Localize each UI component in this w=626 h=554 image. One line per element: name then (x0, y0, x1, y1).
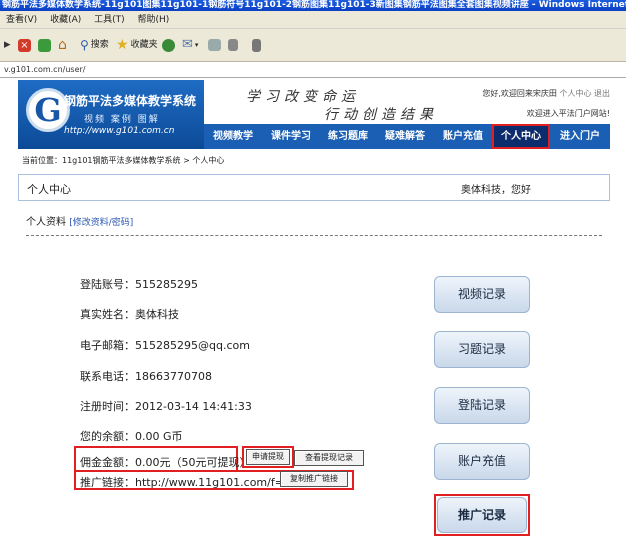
nav-exercises[interactable]: 练习题库 (320, 124, 376, 149)
apply-withdraw-button[interactable]: 申请提现 (246, 449, 290, 465)
site-logo[interactable]: G 钢筋平法多媒体教学系统 视频 案例 图解 http://www.g101.c… (18, 80, 204, 149)
browser-toolbar: ▸ × ⌂ ⚲ 搜索 ★ 收藏夹 ✉ ▾ (0, 29, 626, 62)
discuss-icon[interactable] (252, 36, 261, 54)
account-field: 登陆账号：515285295 (80, 278, 198, 291)
nav-video[interactable]: 视频教学 (204, 124, 262, 149)
stop-icon[interactable]: × (18, 36, 31, 54)
account-recharge-button[interactable]: 账户充值 (434, 443, 530, 480)
logo-url: http://www.g101.com.cn (64, 126, 175, 136)
login-records-button[interactable]: 登陆记录 (434, 387, 530, 424)
back-icon[interactable]: ▸ (4, 36, 11, 54)
exercise-records-button[interactable]: 习题记录 (434, 331, 530, 368)
welcome-text: 您好,欢迎回来宋庆田 (482, 89, 557, 98)
promo-link-field: 推广链接：http://www.11g101.com/f=*** (80, 476, 301, 489)
commission-field: 佣金金额：0.00元（50元可提现） (80, 456, 251, 469)
search-button[interactable]: ⚲ 搜索 (80, 36, 109, 54)
section-title: 个人资料 [修改资料/密码] (26, 217, 134, 228)
nav-user-center[interactable]: 个人中心 (492, 124, 550, 149)
mail-icon[interactable]: ✉ ▾ (182, 36, 198, 54)
slogan-line-1: 学习改变命运 (246, 89, 360, 105)
portal-welcome: 欢迎进入平法门户网站! (526, 109, 610, 118)
copy-promo-link-button[interactable]: 复制推广链接 (280, 471, 348, 487)
print-icon[interactable] (208, 36, 221, 54)
slogan-line-2: 行动创造结果 (324, 107, 438, 123)
window-title: 钢筋平法多媒体数学系统-11g101图集11g101-1钢筋符号11g101-2… (0, 0, 626, 11)
menu-tools[interactable]: 工具(T) (94, 15, 125, 25)
user-center-link[interactable]: 个人中心 (559, 89, 591, 98)
welcome-area: 您好,欢迎回来宋庆田 个人中心 退出 欢迎进入平法门户网站! (482, 84, 610, 124)
logout-link[interactable]: 退出 (594, 89, 610, 98)
nav-faq[interactable]: 疑难解答 (376, 124, 434, 149)
logo-subtitle: 视频 案例 图解 (84, 115, 160, 125)
menu-bar: 查看(V) 收藏(A) 工具(T) 帮助(H) (0, 11, 626, 29)
star-icon: ★ (116, 37, 129, 53)
site-header: G 钢筋平法多媒体教学系统 视频 案例 图解 http://www.g101.c… (18, 80, 610, 149)
favorites-button[interactable]: ★ 收藏夹 (116, 36, 158, 54)
nav-portal[interactable]: 进入门户 (550, 124, 610, 149)
phone-field: 联系电话：18663770708 (80, 370, 212, 383)
home-icon[interactable]: ⌂ (58, 36, 67, 54)
center-header-box: 个人中心 奥体科技，您好 (18, 174, 610, 201)
email-field: 电子邮箱：515285295@qq.com (80, 339, 250, 352)
menu-favorites[interactable]: 收藏(A) (50, 15, 81, 25)
nav-recharge[interactable]: 账户充值 (434, 124, 492, 149)
edit-profile-link[interactable]: [修改资料/密码] (69, 218, 133, 228)
logo-title: 钢筋平法多媒体教学系统 (64, 94, 197, 108)
search-icon: ⚲ (80, 38, 89, 52)
menu-view[interactable]: 查看(V) (6, 15, 37, 25)
name-field: 真实姓名：奥体科技 (80, 308, 179, 321)
breadcrumb: 当前位置：11g101钢筋平法多媒体教学系统 > 个人中心 (22, 156, 225, 165)
refresh-icon[interactable] (38, 36, 51, 54)
center-title: 个人中心 (27, 183, 71, 196)
address-bar[interactable]: v.g101.com.cn/user/ (0, 62, 626, 78)
video-records-button[interactable]: 视频记录 (434, 276, 530, 313)
edit-icon[interactable] (228, 36, 238, 54)
history-icon[interactable] (162, 36, 175, 54)
menu-help[interactable]: 帮助(H) (138, 15, 170, 25)
nav-courseware[interactable]: 课件学习 (262, 124, 320, 149)
main-nav: 视频教学 课件学习 练习题库 疑难解答 账户充值 个人中心 进入门户 (204, 124, 610, 149)
register-time-field: 注册时间：2012-03-14 14:41:33 (80, 400, 252, 413)
divider (26, 235, 602, 236)
balance-field: 您的余额：0.00 G币 (80, 430, 183, 443)
view-withdraw-records-button[interactable]: 查看提现记录 (294, 450, 364, 466)
user-greeting: 奥体科技，您好 (461, 185, 531, 196)
promo-records-button[interactable]: 推广记录 (437, 497, 527, 533)
